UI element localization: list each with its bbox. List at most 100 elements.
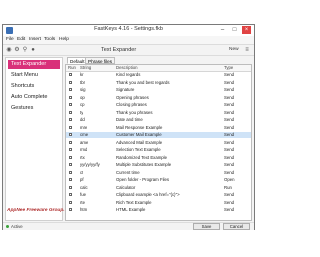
- description-cell: Thank you and best regards: [116, 79, 170, 85]
- column-string[interactable]: String: [80, 65, 91, 71]
- type-cell: Open: [224, 177, 235, 182]
- toolbar: ◉ ⚙ ⚲ ● Text Expander New ≡: [3, 45, 254, 56]
- cancel-button[interactable]: Cancel: [223, 223, 250, 230]
- type-cell: Send: [224, 109, 235, 115]
- type-cell: Send: [224, 207, 235, 212]
- string-cell: htm: [80, 207, 88, 212]
- string-cell: rte: [80, 199, 86, 205]
- description-cell: Advanced Mail Example: [116, 139, 163, 145]
- table-row[interactable]: ct Current time Send: [66, 170, 251, 176]
- save-button[interactable]: Save: [193, 223, 220, 230]
- run-checkbox[interactable]: [69, 200, 72, 204]
- type-cell: Send: [224, 162, 235, 167]
- run-checkbox[interactable]: [69, 148, 72, 151]
- close-icon[interactable]: ×: [242, 26, 251, 34]
- string-cell: pf: [80, 177, 84, 182]
- run-checkbox[interactable]: [69, 95, 72, 99]
- description-cell: Rich Text Example: [116, 199, 152, 205]
- description-cell: Date and time: [116, 117, 143, 122]
- string-cell: ct: [80, 169, 84, 175]
- table-row[interactable]: ty Thank you phrases Send: [66, 110, 251, 116]
- search-icon[interactable]: ⚲: [22, 47, 28, 53]
- pin-icon[interactable]: ●: [30, 47, 36, 53]
- type-cell: Send: [224, 72, 235, 77]
- run-checkbox[interactable]: [69, 88, 72, 91]
- sidebar-item-gestures[interactable]: Gestures: [8, 104, 60, 113]
- table-row[interactable]: calc Calculator Run: [66, 185, 251, 191]
- sidebar-item-shortcuts[interactable]: Shortcuts: [8, 82, 60, 91]
- type-cell: Send: [224, 87, 235, 92]
- string-cell: calc: [80, 184, 88, 190]
- new-button[interactable]: New: [229, 47, 239, 52]
- description-cell: Clipboard example <a href="{c}">: [116, 192, 180, 197]
- watermark-text: AppNee Freeware Group.: [7, 208, 65, 213]
- table-row[interactable]: mre Mail Response Example Send: [66, 125, 251, 131]
- description-cell: Mail Response Example: [116, 124, 163, 130]
- sidebar-item-start-menu[interactable]: Start Menu: [8, 71, 60, 80]
- table-row[interactable]: op Opening phrases Send: [66, 95, 251, 101]
- run-checkbox[interactable]: [69, 103, 72, 106]
- string-cell: rmd: [80, 147, 88, 152]
- add-icon[interactable]: ◉: [6, 47, 12, 53]
- type-cell: Send: [224, 79, 235, 85]
- sidebar-item-text-expander[interactable]: Text Expander: [8, 60, 60, 69]
- table-row[interactable]: rte Rich Text Example Send: [66, 200, 251, 206]
- column-type[interactable]: Type: [224, 65, 233, 71]
- table-row[interactable]: ame Advanced Mail Example Send: [66, 140, 251, 146]
- column-description[interactable]: Description: [116, 65, 138, 71]
- run-checkbox[interactable]: [69, 155, 72, 159]
- description-cell: Randomized Text Example: [116, 154, 168, 160]
- string-cell: sig: [80, 87, 86, 92]
- run-checkbox[interactable]: [69, 118, 72, 121]
- run-checkbox[interactable]: [69, 140, 72, 144]
- table-row[interactable]: pf Open folder - Program Files Open: [66, 177, 251, 183]
- type-cell: Send: [224, 94, 235, 100]
- string-cell: ty: [80, 109, 84, 115]
- description-cell: Kind regards: [116, 72, 141, 77]
- run-checkbox[interactable]: [69, 73, 72, 76]
- menu-help[interactable]: Help: [59, 37, 69, 42]
- table-row[interactable]: rtx Randomized Text Example Send: [66, 155, 251, 161]
- table-row[interactable]: rmd Selection Text Example Send: [66, 147, 251, 153]
- table-row[interactable]: tbr Thank you and best regards Send: [66, 80, 251, 86]
- description-cell: Thank you phrases: [116, 109, 153, 115]
- table-row[interactable]: dd Date and time Send: [66, 117, 251, 123]
- table-row[interactable]: fue Clipboard example <a href="{c}"> Send: [66, 192, 251, 198]
- type-cell: Send: [224, 102, 235, 107]
- menu-icon[interactable]: ≡: [244, 47, 250, 53]
- table-row[interactable]: cp Closing phrases Send: [66, 102, 251, 108]
- description-cell: Multiple Substitutes Example: [116, 162, 172, 167]
- run-checkbox[interactable]: [69, 163, 72, 166]
- table-row[interactable]: yy/yy/yy/fy Multiple Substitutes Example S…: [66, 162, 251, 168]
- run-checkbox[interactable]: [69, 185, 72, 189]
- run-checkbox[interactable]: [69, 125, 72, 129]
- maximize-icon[interactable]: □: [230, 26, 239, 34]
- string-cell: ame: [80, 139, 89, 145]
- menu-edit[interactable]: Edit: [17, 37, 25, 42]
- table-row[interactable]: cme Customer Mail Example Send: [66, 132, 251, 138]
- column-run[interactable]: Run: [68, 65, 76, 71]
- run-checkbox[interactable]: [69, 170, 72, 174]
- menu-tools[interactable]: Tools: [44, 37, 55, 42]
- table-row[interactable]: sig Signature Send: [66, 87, 251, 93]
- gear-icon[interactable]: ⚙: [14, 47, 20, 53]
- menu-insert[interactable]: Insert: [29, 37, 41, 42]
- string-cell: cme: [80, 132, 89, 137]
- run-checkbox[interactable]: [69, 110, 72, 114]
- table-row[interactable]: htm HTML Example Send: [66, 207, 251, 213]
- run-checkbox[interactable]: [69, 208, 72, 211]
- status-indicator-icon: [6, 225, 9, 228]
- run-checkbox[interactable]: [69, 193, 72, 196]
- sidebar-item-auto-complete[interactable]: Auto Complete: [8, 93, 60, 102]
- run-checkbox[interactable]: [69, 133, 72, 136]
- description-cell: Calculator: [116, 184, 136, 190]
- menu-bar: File Edit Insert Tools Help: [3, 36, 254, 45]
- tab-phrase-files[interactable]: Phrase files: [85, 57, 116, 64]
- menu-file[interactable]: File: [6, 37, 14, 42]
- description-cell: Selection Text Example: [116, 147, 161, 152]
- run-checkbox[interactable]: [69, 178, 72, 181]
- run-checkbox[interactable]: [69, 80, 72, 84]
- minimize-icon[interactable]: –: [218, 26, 227, 34]
- string-cell: op: [80, 94, 85, 100]
- table-row[interactable]: kr Kind regards Send: [66, 72, 251, 78]
